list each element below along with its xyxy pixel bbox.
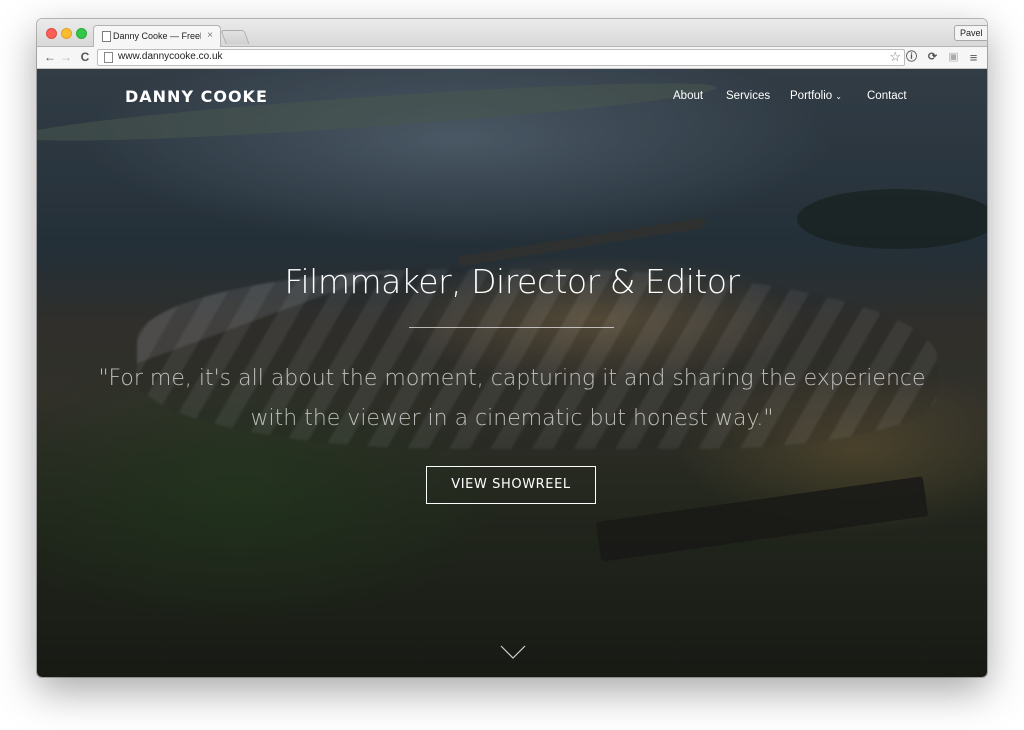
nav-contact[interactable]: Contact	[867, 90, 907, 102]
site-nav: About Services Portfolio ⌄ Contact	[37, 90, 987, 106]
address-bar[interactable]: www.dannycooke.co.uk ☆	[97, 49, 905, 66]
profile-button[interactable]: Pavel	[954, 25, 987, 41]
camera-extension-icon[interactable]: ▣	[946, 50, 961, 65]
nav-portfolio[interactable]: Portfolio ⌄	[790, 90, 842, 102]
page-icon	[102, 31, 111, 42]
close-window-button[interactable]	[46, 28, 57, 39]
new-tab-button[interactable]	[220, 30, 250, 44]
tab-close-icon[interactable]: ×	[204, 29, 216, 43]
page-viewport: DANNY COOKE About Services Portfolio ⌄ Co…	[37, 69, 987, 677]
tab-title: Danny Cooke — Freelance	[113, 31, 201, 41]
star-icon[interactable]: ☆	[889, 49, 901, 65]
minimize-window-button[interactable]	[61, 28, 72, 39]
back-arrow-icon[interactable]: ←	[43, 50, 57, 65]
page-icon	[104, 52, 113, 63]
nav-about[interactable]: About	[673, 90, 703, 102]
maximize-window-button[interactable]	[76, 28, 87, 39]
reload-icon[interactable]: C	[78, 50, 92, 65]
menu-icon[interactable]: ≡	[966, 50, 981, 65]
hero-quote: "For me, it's all about the moment, capt…	[98, 366, 926, 431]
sync-extension-icon[interactable]: ⟳	[925, 50, 940, 65]
tab-strip: Danny Cooke — Freelance × Pavel	[37, 19, 987, 47]
chevron-down-icon: ⌄	[835, 92, 842, 101]
browser-window: Danny Cooke — Freelance × Pavel ← → C ww…	[37, 19, 987, 677]
chevron-down-icon[interactable]	[500, 645, 526, 659]
url-text: www.dannycooke.co.uk	[118, 51, 223, 62]
forward-arrow-icon[interactable]: →	[59, 50, 73, 65]
hero-divider	[409, 327, 614, 328]
browser-toolbar: ← → C www.dannycooke.co.uk ☆ ⓘ ⟳ ▣ ≡	[37, 47, 987, 69]
hero-headline: Filmmaker, Director & Editor	[284, 262, 740, 301]
nav-services[interactable]: Services	[726, 90, 770, 102]
info-extension-icon[interactable]: ⓘ	[904, 50, 919, 65]
nav-portfolio-label: Portfolio	[790, 90, 833, 102]
browser-tab[interactable]: Danny Cooke — Freelance ×	[93, 25, 221, 47]
view-showreel-button[interactable]: VIEW SHOWREEL	[426, 466, 596, 504]
